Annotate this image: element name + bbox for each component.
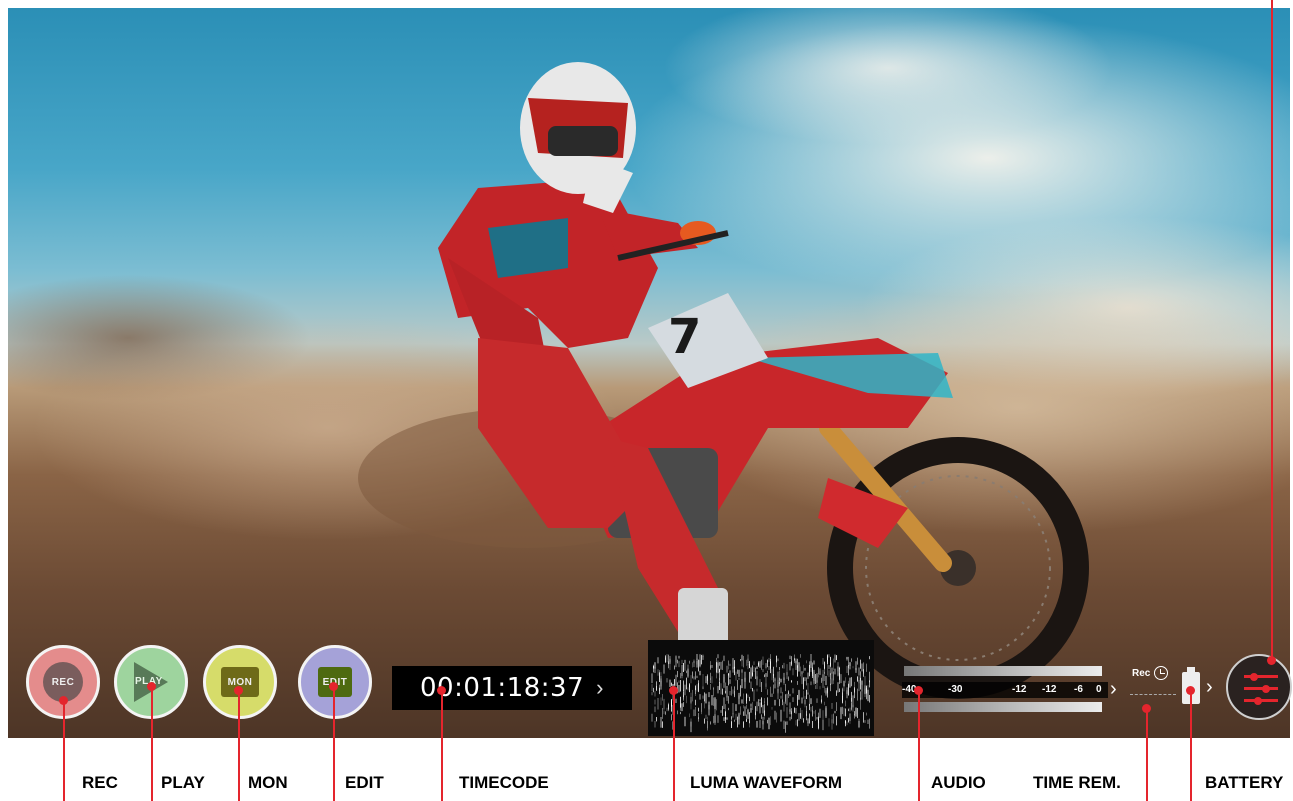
- callout-dot: [914, 686, 923, 695]
- audio-scale-tick: -12: [1012, 684, 1027, 695]
- callout-line: [441, 690, 443, 801]
- audio-scale-tick: -6: [1074, 684, 1083, 695]
- time-remaining-indicator: [1130, 694, 1176, 699]
- callout-dot: [329, 682, 338, 691]
- callout-line: [1190, 690, 1192, 801]
- audio-scale-tick: -12: [1042, 684, 1057, 695]
- callout-line: [673, 690, 675, 801]
- audio-meter[interactable]: -40 -30 -12 -12 -6 0: [902, 664, 1108, 716]
- chevron-right-icon: ›: [596, 675, 604, 700]
- callout-line: [1146, 708, 1148, 801]
- video-preview: 7: [8, 8, 1290, 738]
- audio-scale-tick: 0: [1096, 684, 1102, 695]
- callout-line: [238, 690, 240, 801]
- callout-line: [1271, 0, 1273, 660]
- mon-button[interactable]: MON: [203, 645, 277, 719]
- settings-button[interactable]: [1226, 654, 1292, 720]
- callout-dot: [1267, 656, 1276, 665]
- callout-dot: [234, 686, 243, 695]
- audio-level-bar-bottom: [904, 702, 1102, 712]
- chevron-right-icon[interactable]: ›: [1206, 676, 1213, 699]
- callout-line: [63, 700, 65, 801]
- callout-label-timecode: TIMECODE: [459, 773, 549, 792]
- callout-label-luma-waveform: LUMA WAVEFORM: [690, 773, 843, 792]
- time-remaining-label: Rec: [1132, 668, 1151, 679]
- callout-line: [918, 690, 920, 801]
- luma-waveform[interactable]: [648, 640, 874, 736]
- chevron-right-icon[interactable]: ›: [1110, 678, 1117, 701]
- callout-label-time-rem: TIME REM.: [1033, 773, 1121, 792]
- callout-dot: [437, 686, 446, 695]
- callout-dot: [59, 696, 68, 705]
- svg-text:7: 7: [668, 309, 701, 365]
- callout-dot: [147, 682, 156, 691]
- audio-scale-tick: -30: [948, 684, 963, 695]
- callout-label-battery: BATTERY: [1205, 773, 1284, 792]
- audio-level-bar-top: [904, 666, 1102, 676]
- callout-line: [333, 686, 335, 801]
- callout-label-audio: AUDIO: [931, 773, 986, 792]
- timecode-display[interactable]: 00:01:18:37 ›: [392, 666, 632, 710]
- callout-label-edit: EDIT: [345, 773, 384, 792]
- callout-label-mon: MON: [248, 773, 288, 792]
- time-remaining[interactable]: Rec: [1128, 664, 1182, 710]
- callout-line: [151, 686, 153, 801]
- callout-label-play: PLAY: [161, 773, 205, 792]
- callout-dot: [1142, 704, 1151, 713]
- audio-scale: -40 -30 -12 -12 -6 0: [902, 682, 1108, 698]
- callout-dot: [669, 686, 678, 695]
- callout-label-rec: REC: [82, 773, 118, 792]
- waveform-graph: [651, 654, 870, 733]
- clock-icon: [1154, 666, 1168, 680]
- motocross-rider-image: 7: [358, 62, 1089, 699]
- callout-dot: [1186, 686, 1195, 695]
